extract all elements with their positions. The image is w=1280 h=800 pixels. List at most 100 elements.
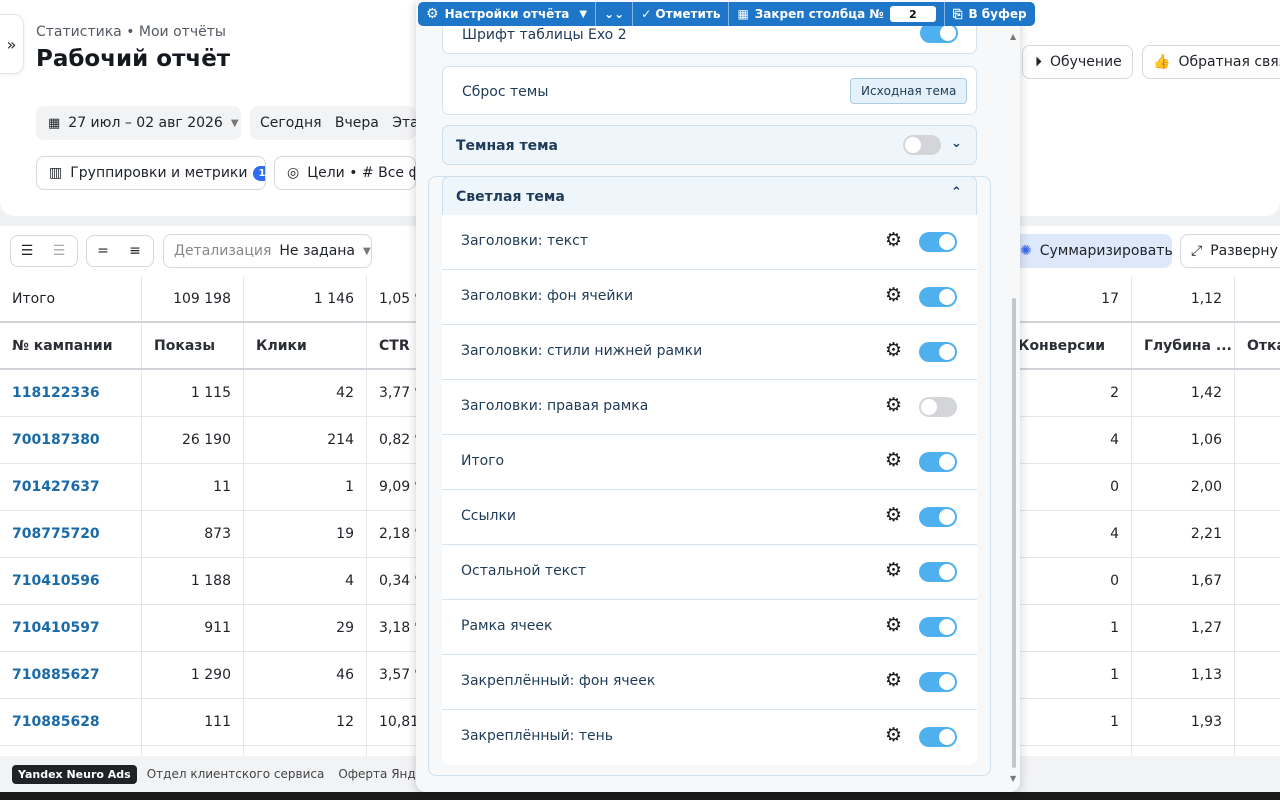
font-setting-label: Шрифт таблицы Exo 2 <box>462 27 627 43</box>
quick-date-buttons[interactable]: Сегодня Вчера Эта н <box>250 106 416 140</box>
campaign-id-link[interactable]: 118122336 <box>12 370 100 416</box>
view-mode-toggle[interactable]: ☰ ☰ <box>10 235 78 267</box>
scroll-up-icon[interactable]: ▲ <box>1010 32 1016 41</box>
totals-label: Итого <box>12 291 56 307</box>
footer-link-service[interactable]: Отдел клиентского сервиса <box>147 767 325 781</box>
depth-value: 2,21 <box>1190 526 1222 542</box>
chevron-down-icon[interactable]: ⌄ <box>951 136 962 151</box>
scroll-thumb[interactable] <box>1012 298 1016 768</box>
light-theme-item: Рамка ячеек ⚙ <box>442 600 977 655</box>
col-bounce[interactable]: Отка <box>1247 323 1280 369</box>
chevron-up-icon[interactable]: ⌃ <box>951 185 962 200</box>
breadcrumb[interactable]: Статистика • Мои отчёты <box>36 24 226 40</box>
learn-button[interactable]: ⏵ Обучение <box>1022 45 1133 79</box>
expand-button[interactable]: ⤢ Разверну <box>1180 234 1280 268</box>
report-settings-toolbar: ⚙ Настройки отчёта ▼ ⌄⌄ ✓ Отметить ▦ Зак… <box>418 2 1035 26</box>
taskbar-strip <box>0 792 1280 800</box>
light-theme-item-toggle[interactable] <box>919 232 957 252</box>
gear-icon[interactable]: ⚙ <box>885 725 902 745</box>
campaign-id-link[interactable]: 710410596 <box>12 558 100 604</box>
gear-icon[interactable]: ⚙ <box>885 505 902 525</box>
light-theme-item-toggle[interactable] <box>919 617 957 637</box>
campaign-id-link[interactable]: 701427637 <box>12 464 100 510</box>
pin-column-label: Закреп столбца № <box>754 7 884 21</box>
totals-depth: 1,12 <box>1190 291 1222 307</box>
learn-label: Обучение <box>1050 54 1122 70</box>
row-density-toggle[interactable]: = ≡ <box>86 235 154 267</box>
density-compact-icon[interactable]: ≡ <box>119 237 151 265</box>
dark-theme-section[interactable]: Темная тема ⌄ <box>442 125 977 165</box>
panel-scrollbar[interactable]: ▲ ▼ <box>1010 30 1018 786</box>
settings-menu-button[interactable]: ⚙ Настройки отчёта ▼ <box>418 2 597 26</box>
copy-to-clipboard-button[interactable]: ⎘ В буфер <box>945 2 1035 26</box>
shows-value: 1 290 <box>190 667 231 683</box>
goals-label: Цели • # Все фо <box>307 165 415 181</box>
depth-value: 1,93 <box>1190 714 1222 730</box>
col-conversions[interactable]: Конверсии <box>1018 323 1105 369</box>
light-theme-item-toggle[interactable] <box>919 672 957 692</box>
col-depth[interactable]: Глубина ... <box>1144 323 1232 369</box>
light-theme-item-toggle[interactable] <box>919 727 957 747</box>
sidebar-expand-button[interactable]: » <box>0 14 24 74</box>
light-theme-item-label: Заголовки: текст <box>461 233 589 249</box>
col-clicks[interactable]: Клики <box>256 323 307 369</box>
gear-icon[interactable]: ⚙ <box>885 670 902 690</box>
depth-value: 1,13 <box>1190 667 1222 683</box>
conversions-value: 1 <box>1110 667 1119 683</box>
light-theme-item-toggle[interactable] <box>919 452 957 472</box>
gear-icon[interactable]: ⚙ <box>885 285 902 305</box>
campaign-id-link[interactable]: 710410597 <box>12 605 100 651</box>
chevron-down-icon: ▼ <box>579 8 588 20</box>
gear-icon[interactable]: ⚙ <box>885 450 902 470</box>
dark-theme-toggle[interactable] <box>903 135 941 155</box>
pin-column-input[interactable]: 2 <box>889 6 936 22</box>
shows-value: 1 115 <box>190 385 231 401</box>
conversions-value: 4 <box>1110 526 1119 542</box>
light-theme-item-toggle[interactable] <box>919 562 957 582</box>
light-theme-label: Светлая тема <box>456 189 565 205</box>
light-theme-item-toggle[interactable] <box>919 287 957 307</box>
col-shows[interactable]: Показы <box>154 323 215 369</box>
campaign-id-link[interactable]: 700187380 <box>12 417 100 463</box>
col-ctr[interactable]: CTR <box>379 323 410 369</box>
feedback-button[interactable]: 👍 Обратная связь <box>1142 45 1280 79</box>
summarize-button[interactable]: ✺ Суммаризировать <box>1010 234 1173 268</box>
mark-button[interactable]: ✓ Отметить <box>633 2 730 26</box>
expand-icon: ⤢ <box>1191 243 1203 259</box>
light-theme-item: Заголовки: правая рамка ⚙ <box>442 380 977 435</box>
collapse-all-button[interactable]: ⌄⌄ <box>596 2 634 26</box>
light-theme-item-toggle[interactable] <box>919 397 957 417</box>
gear-icon[interactable]: ⚙ <box>885 560 902 580</box>
detail-select[interactable]: Детализация Не задана ▼ <box>163 234 372 268</box>
light-theme-section[interactable]: Светлая тема ⌃ <box>442 176 977 216</box>
groupings-metrics-button[interactable]: ▥ Группировки и метрики 13 <box>36 156 266 190</box>
campaign-id-link[interactable]: 710885627 <box>12 652 100 698</box>
list-view-icon[interactable]: ☰ <box>11 237 43 265</box>
campaign-id-link[interactable]: 710885628 <box>12 699 100 745</box>
font-toggle[interactable] <box>920 23 958 43</box>
campaign-id-link[interactable]: 708775720 <box>12 511 100 557</box>
depth-value: 2,00 <box>1190 479 1222 495</box>
light-theme-item-toggle[interactable] <box>919 342 957 362</box>
light-theme-item: Заголовки: текст ⚙ <box>442 215 977 270</box>
pin-column-control[interactable]: ▦ Закреп столбца № 2 <box>729 2 945 26</box>
clicks-value: 1 <box>345 479 354 495</box>
conversions-value: 1 <box>1110 620 1119 636</box>
col-campaign[interactable]: № кампании <box>12 323 113 369</box>
light-theme-item: Заголовки: фон ячейки ⚙ <box>442 270 977 325</box>
gear-icon[interactable]: ⚙ <box>885 395 902 415</box>
gear-icon[interactable]: ⚙ <box>885 615 902 635</box>
yandex-neuro-ads-logo[interactable]: Yandex Neuro Ads <box>12 764 137 784</box>
gear-icon[interactable]: ⚙ <box>885 230 902 250</box>
scroll-down-icon[interactable]: ▼ <box>1010 774 1016 783</box>
goals-filter-button[interactable]: ◎ Цели • # Все фо <box>274 156 416 190</box>
compact-list-icon[interactable]: ☰ <box>43 237 75 265</box>
double-chevron-right-icon: » <box>6 34 17 54</box>
date-range-picker[interactable]: ▦ 27 июл – 02 авг 2026 ▼ <box>36 106 241 140</box>
density-normal-icon[interactable]: = <box>87 237 119 265</box>
light-theme-item-label: Рамка ячеек <box>461 618 553 634</box>
gear-icon[interactable]: ⚙ <box>885 340 902 360</box>
reset-theme-button[interactable]: Исходная тема <box>850 78 968 104</box>
light-theme-item-toggle[interactable] <box>919 507 957 527</box>
detail-label: Детализация <box>174 243 272 259</box>
